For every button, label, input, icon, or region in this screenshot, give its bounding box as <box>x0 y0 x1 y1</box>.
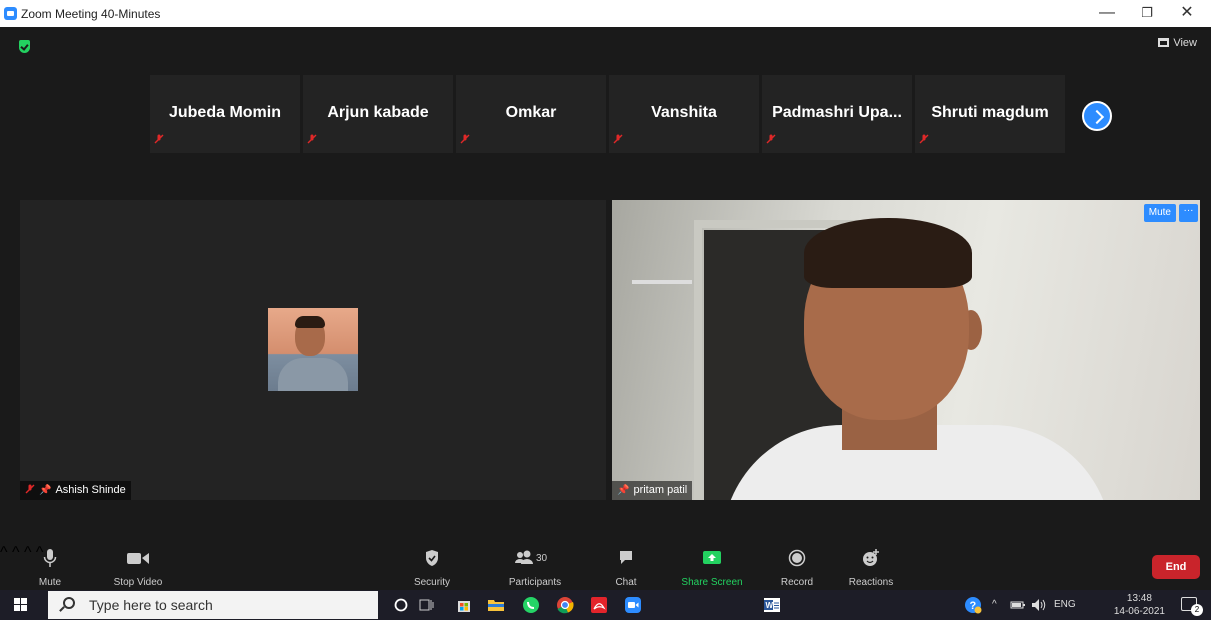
view-label: View <box>1173 37 1197 49</box>
window-titlebar: Zoom Meeting 40-Minutes — ❐ ✕ <box>0 0 1211 27</box>
windows-start-icon[interactable] <box>14 598 28 612</box>
participants-icon: 30 <box>510 548 560 568</box>
muted-mic-icon <box>766 134 776 144</box>
pin-icon: 📌 <box>617 485 630 496</box>
record-button[interactable]: Record <box>781 544 813 590</box>
participant-thumbnail[interactable]: Padmashri Upa... <box>762 75 912 153</box>
participant-name: Padmashri Upa... <box>772 104 902 121</box>
more-options-button[interactable]: ··· <box>1179 204 1198 222</box>
language-indicator[interactable]: ENG <box>1054 590 1076 620</box>
stop-video-label: Stop Video <box>113 577 163 588</box>
next-page-button[interactable] <box>1082 101 1112 131</box>
zoom-taskbar-icon[interactable] <box>624 596 642 614</box>
video-camera-icon <box>118 548 158 568</box>
word-icon[interactable]: W <box>763 596 781 614</box>
participants-button[interactable]: 30 Participants <box>509 544 561 590</box>
muted-mic-icon <box>613 134 623 144</box>
reactions-label: Reactions <box>848 577 894 588</box>
maximize-button[interactable]: ❐ <box>1127 2 1167 25</box>
audio-options-caret[interactable]: ^ <box>0 544 8 561</box>
participant-thumbnail[interactable]: Jubeda Momin <box>150 75 300 153</box>
record-icon <box>782 548 812 568</box>
security-button[interactable]: Security <box>414 544 450 590</box>
pin-icon: 📌 <box>39 485 52 496</box>
view-button[interactable]: View <box>1158 37 1197 49</box>
acrobat-reader-icon[interactable] <box>590 596 608 614</box>
grid-icon <box>1158 38 1170 47</box>
meeting-area: View Jubeda Momin Arjun kabade Omkar Van… <box>0 27 1211 590</box>
participant-name-badge: 📌 Ashish Shinde <box>20 481 131 500</box>
participant-thumbnail[interactable]: Arjun kabade <box>303 75 453 153</box>
action-center-icon[interactable]: 2 <box>1181 597 1203 616</box>
mute-label: Mute <box>38 577 62 588</box>
whatsapp-icon[interactable] <box>522 596 540 614</box>
share-screen-icon <box>695 548 729 568</box>
muted-mic-icon <box>919 134 929 144</box>
participants-label: Participants <box>508 577 562 588</box>
meeting-toolbar: Mute ^ Stop Video ^ Security 30 Particip… <box>0 544 1211 590</box>
notification-count: 2 <box>1191 604 1203 616</box>
windows-taskbar: Type here to search W ? ^ ENG 13:48 14-0… <box>0 590 1211 620</box>
participant-thumbnail[interactable]: Omkar <box>456 75 606 153</box>
zoom-app-icon <box>4 7 17 20</box>
clock-date: 14-06-2021 <box>1113 606 1165 617</box>
window-title: Zoom Meeting 40-Minutes <box>21 7 161 21</box>
shield-icon <box>416 548 448 568</box>
svg-text:W: W <box>766 601 774 610</box>
clock-time: 13:48 <box>1126 593 1152 604</box>
profile-picture <box>268 308 358 391</box>
record-label: Record <box>780 577 814 588</box>
participant-thumbnail[interactable]: Vanshita <box>609 75 759 153</box>
show-hidden-icons-chevron[interactable]: ^ <box>992 590 997 620</box>
task-view-icon[interactable] <box>418 596 436 614</box>
chat-label: Chat <box>615 577 637 588</box>
minimize-button[interactable]: — <box>1087 2 1127 25</box>
help-icon[interactable]: ? <box>964 596 982 614</box>
participant-name-badge: 📌 pritam patil <box>612 481 693 500</box>
encryption-shield-icon[interactable] <box>19 40 30 53</box>
search-placeholder: Type here to search <box>89 597 213 613</box>
file-explorer-icon[interactable] <box>487 596 505 614</box>
participant-name: Jubeda Momin <box>168 104 281 121</box>
muted-mic-icon <box>307 134 317 144</box>
video-tile-ashish-shinde[interactable]: 📌 Ashish Shinde <box>20 200 606 500</box>
participant-name: Shruti magdum <box>931 104 1049 121</box>
taskbar-clock[interactable]: 13:48 14-06-2021 <box>1114 592 1165 618</box>
muted-mic-icon <box>460 134 470 144</box>
chrome-icon[interactable] <box>556 596 574 614</box>
end-meeting-button[interactable]: End <box>1152 555 1200 579</box>
muted-mic-icon <box>25 482 35 501</box>
mute-participant-button[interactable]: Mute <box>1143 204 1176 222</box>
participant-name: Ashish Shinde <box>55 484 126 496</box>
mute-button[interactable]: Mute <box>34 544 66 590</box>
chat-button[interactable]: Chat <box>611 544 641 590</box>
share-screen-button[interactable]: Share Screen <box>681 544 743 590</box>
reactions-button[interactable]: Reactions <box>849 544 893 590</box>
participant-name: Omkar <box>505 104 557 121</box>
volume-icon[interactable] <box>1030 596 1048 614</box>
battery-icon[interactable] <box>1009 596 1027 614</box>
close-button[interactable]: ✕ <box>1167 2 1207 25</box>
microphone-icon <box>34 548 66 568</box>
participants-options-caret[interactable]: ^ <box>24 544 32 561</box>
participant-name: Vanshita <box>651 104 717 121</box>
stop-video-button[interactable]: Stop Video <box>114 544 162 590</box>
video-options-caret[interactable]: ^ <box>12 544 20 561</box>
microsoft-store-icon[interactable] <box>455 596 473 614</box>
smiley-plus-icon <box>856 548 886 568</box>
video-tile-pritam-patil[interactable]: Mute ··· 📌 pritam patil <box>612 200 1200 500</box>
participant-count: 30 <box>536 553 548 564</box>
share-screen-label: Share Screen <box>681 577 743 588</box>
search-icon <box>63 597 75 609</box>
chat-bubble-icon <box>611 548 641 568</box>
muted-mic-icon <box>154 134 164 144</box>
cortana-icon[interactable] <box>392 596 410 614</box>
participant-name: pritam patil <box>633 484 688 496</box>
participant-name: Arjun kabade <box>327 104 429 121</box>
taskbar-search-box[interactable]: Type here to search <box>48 591 378 619</box>
participant-thumbnail[interactable]: Shruti magdum <box>915 75 1065 153</box>
security-label: Security <box>413 577 451 588</box>
